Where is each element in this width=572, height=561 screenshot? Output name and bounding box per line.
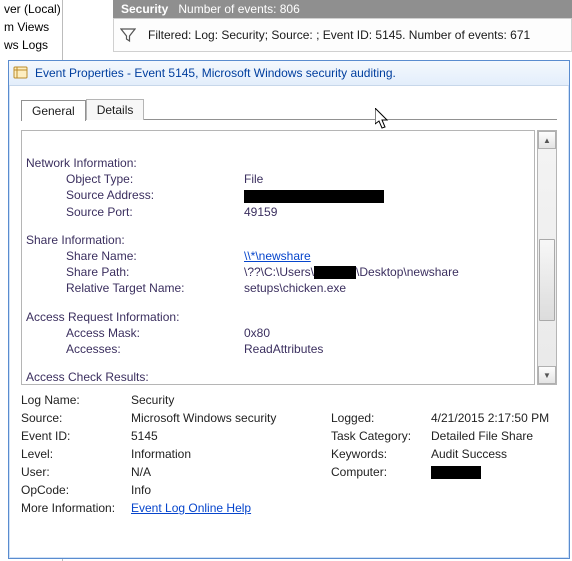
value-source-port: 49159 bbox=[244, 204, 277, 220]
value-log-name: Security bbox=[131, 393, 331, 407]
label-accesses: Accesses: bbox=[26, 341, 244, 357]
log-header: Security Number of events: 806 bbox=[113, 0, 572, 18]
label-access-mask: Access Mask: bbox=[26, 325, 244, 341]
event-summary: Log Name: Security Source: Microsoft Win… bbox=[21, 393, 557, 515]
value-computer bbox=[431, 465, 557, 479]
tree-item[interactable]: m Views bbox=[0, 18, 62, 36]
link-share-name[interactable]: \\*\newshare bbox=[244, 249, 311, 263]
filter-bar: Filtered: Log: Security; Source: ; Event… bbox=[113, 18, 572, 52]
filter-text: Filtered: Log: Security; Source: ; Event… bbox=[148, 28, 530, 42]
tab-details[interactable]: Details bbox=[86, 99, 145, 120]
label-task-category: Task Category: bbox=[331, 429, 431, 443]
value-share-path: \??\C:\Users\\Desktop\newshare bbox=[244, 264, 459, 280]
label-source: Source: bbox=[21, 411, 131, 425]
tree-item[interactable]: ver (Local) bbox=[0, 0, 62, 18]
label-more-info: More Information: bbox=[21, 501, 131, 515]
value-accesses: ReadAttributes bbox=[244, 341, 323, 357]
value-object-type: File bbox=[244, 171, 263, 187]
label-share-path: Share Path: bbox=[26, 264, 244, 280]
dialog-titlebar[interactable]: Event Properties - Event 5145, Microsoft… bbox=[9, 61, 569, 86]
event-body-text: Network Information: Object Type: File S… bbox=[21, 130, 535, 385]
value-user: N/A bbox=[131, 465, 331, 479]
label-keywords: Keywords: bbox=[331, 447, 431, 461]
section-access-check: Access Check Results: bbox=[26, 369, 204, 385]
label-opcode: OpCode: bbox=[21, 483, 131, 497]
label-object-type: Object Type: bbox=[26, 171, 244, 187]
scroll-down-button[interactable]: ▼ bbox=[538, 366, 556, 384]
value-level: Information bbox=[131, 447, 331, 461]
tab-general[interactable]: General bbox=[21, 100, 86, 121]
scroll-track[interactable] bbox=[538, 149, 556, 366]
label-log-name: Log Name: bbox=[21, 393, 131, 407]
value-logged: 4/21/2015 2:17:50 PM bbox=[431, 411, 557, 425]
label-user: User: bbox=[21, 465, 131, 479]
scroll-up-button[interactable]: ▲ bbox=[538, 131, 556, 149]
filter-icon bbox=[120, 27, 136, 43]
value-event-id: 5145 bbox=[131, 429, 331, 443]
value-source-address bbox=[244, 187, 384, 203]
section-access-request: Access Request Information: bbox=[26, 309, 179, 325]
event-properties-dialog: Event Properties - Event 5145, Microsoft… bbox=[8, 60, 570, 559]
label-share-name: Share Name: bbox=[26, 248, 244, 264]
value-keywords: Audit Success bbox=[431, 447, 557, 461]
label-relative-target: Relative Target Name: bbox=[26, 280, 244, 296]
value-source: Microsoft Windows security bbox=[131, 411, 331, 425]
tree-item[interactable]: ws Logs bbox=[0, 36, 62, 54]
value-task-category: Detailed File Share bbox=[431, 429, 557, 443]
section-network-info: Network Information: bbox=[26, 155, 204, 171]
label-logged: Logged: bbox=[331, 411, 431, 425]
dialog-title: Event Properties - Event 5145, Microsoft… bbox=[35, 66, 396, 80]
log-title: Security bbox=[121, 2, 168, 16]
log-event-count: Number of events: 806 bbox=[178, 2, 299, 16]
value-access-mask: 0x80 bbox=[244, 325, 270, 341]
event-body-panel: Network Information: Object Type: File S… bbox=[21, 130, 557, 385]
section-share-info: Share Information: bbox=[26, 232, 204, 248]
label-computer: Computer: bbox=[331, 465, 431, 479]
scroll-thumb[interactable] bbox=[539, 239, 555, 321]
scrollbar-vertical[interactable]: ▲ ▼ bbox=[537, 130, 557, 385]
book-icon bbox=[13, 65, 29, 81]
value-relative-target: setups\chicken.exe bbox=[244, 280, 346, 296]
label-source-address: Source Address: bbox=[26, 187, 244, 203]
value-opcode: Info bbox=[131, 483, 331, 497]
link-event-log-help[interactable]: Event Log Online Help bbox=[131, 501, 251, 515]
label-event-id: Event ID: bbox=[21, 429, 131, 443]
label-level: Level: bbox=[21, 447, 131, 461]
tabs: General Details bbox=[21, 98, 557, 120]
label-source-port: Source Port: bbox=[26, 204, 244, 220]
